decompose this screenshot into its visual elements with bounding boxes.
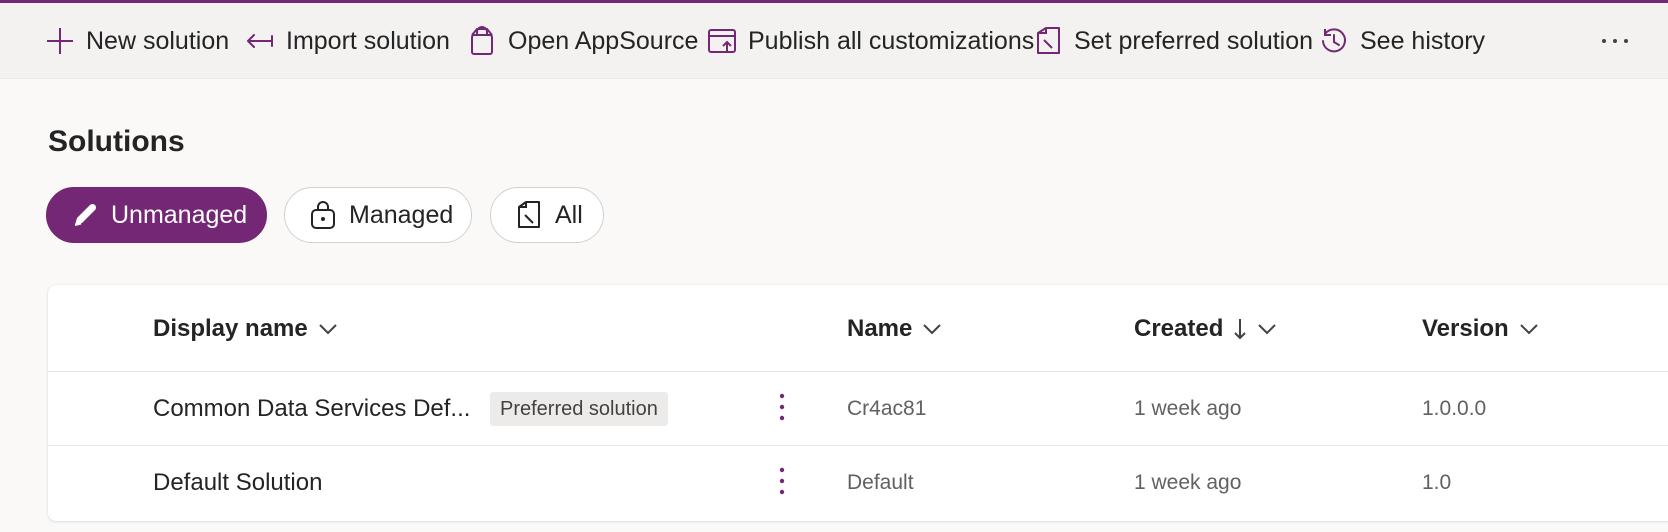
sort-descending-icon (1233, 317, 1247, 341)
pencil-icon (71, 200, 99, 230)
row-created: 1 week ago (1134, 471, 1242, 494)
set-preferred-solution-button[interactable]: Set preferred solution (1032, 3, 1313, 79)
row-more-actions-button[interactable] (767, 464, 797, 502)
see-history-button[interactable]: See history (1318, 3, 1485, 79)
publish-window-icon (706, 25, 738, 57)
column-header-display-name[interactable]: Display name (153, 285, 338, 372)
plus-icon (44, 25, 76, 57)
column-header-name[interactable]: Name (847, 285, 942, 372)
import-arrow-icon (244, 25, 276, 57)
column-header-version-label: Version (1422, 314, 1509, 342)
column-header-created[interactable]: Created (1134, 285, 1277, 372)
history-icon (1318, 25, 1350, 57)
new-solution-label: New solution (86, 26, 230, 55)
preferred-solution-icon (1032, 25, 1064, 57)
column-header-name-label: Name (847, 314, 913, 342)
row-name: Cr4ac81 (847, 397, 927, 420)
filter-all-label: All (555, 200, 583, 229)
column-header-created-label: Created (1134, 314, 1224, 342)
filter-managed[interactable]: Managed (284, 187, 472, 243)
chevron-down-icon (318, 323, 338, 335)
publish-all-customizations-label: Publish all customizations (748, 26, 1035, 55)
table-row[interactable]: Default Solution Default 1 week ago 1.0 (48, 446, 1668, 520)
import-solution-button[interactable]: Import solution (244, 3, 450, 79)
shopping-bag-icon (466, 25, 498, 57)
row-version: 1.0 (1422, 471, 1452, 494)
solutions-grid: Display name Name Created Version Common… (48, 285, 1668, 521)
preferred-solution-badge: Preferred solution (490, 392, 668, 426)
new-solution-button[interactable]: New solution (44, 3, 229, 79)
column-header-display-name-label: Display name (153, 314, 308, 342)
row-version: 1.0.0.0 (1422, 397, 1487, 420)
open-appsource-label: Open AppSource (508, 26, 699, 55)
row-more-actions-button[interactable] (767, 390, 797, 428)
publish-all-customizations-button[interactable]: Publish all customizations (706, 3, 1034, 79)
set-preferred-solution-label: Set preferred solution (1074, 26, 1314, 55)
page-title: Solutions (48, 125, 185, 158)
row-display-name[interactable]: Common Data Services Def... (153, 372, 470, 446)
grid-header-row: Display name Name Created Version (48, 285, 1668, 372)
filter-unmanaged-label: Unmanaged (111, 200, 248, 229)
column-header-version[interactable]: Version (1422, 285, 1539, 372)
more-vertical-icon (779, 393, 785, 426)
more-commands-button[interactable] (1590, 3, 1640, 79)
filter-managed-label: Managed (349, 200, 454, 229)
solutions-all-icon (515, 200, 543, 230)
chevron-down-icon (1519, 323, 1539, 335)
more-vertical-icon (779, 467, 785, 500)
row-name: Default (847, 471, 914, 494)
lock-bag-icon (309, 200, 337, 230)
command-bar: New solution Import solution Open AppSou… (0, 3, 1668, 79)
open-appsource-button[interactable]: Open AppSource (466, 3, 698, 79)
row-display-name[interactable]: Default Solution (153, 446, 322, 520)
chevron-down-icon (1257, 323, 1277, 335)
row-created: 1 week ago (1134, 397, 1242, 420)
filter-all[interactable]: All (490, 187, 604, 243)
chevron-down-icon (922, 323, 942, 335)
import-solution-label: Import solution (286, 26, 450, 55)
table-row[interactable]: Common Data Services Def... Preferred so… (48, 372, 1668, 446)
more-horizontal-icon (1600, 32, 1630, 50)
filter-unmanaged[interactable]: Unmanaged (46, 187, 267, 243)
see-history-label: See history (1360, 26, 1486, 55)
